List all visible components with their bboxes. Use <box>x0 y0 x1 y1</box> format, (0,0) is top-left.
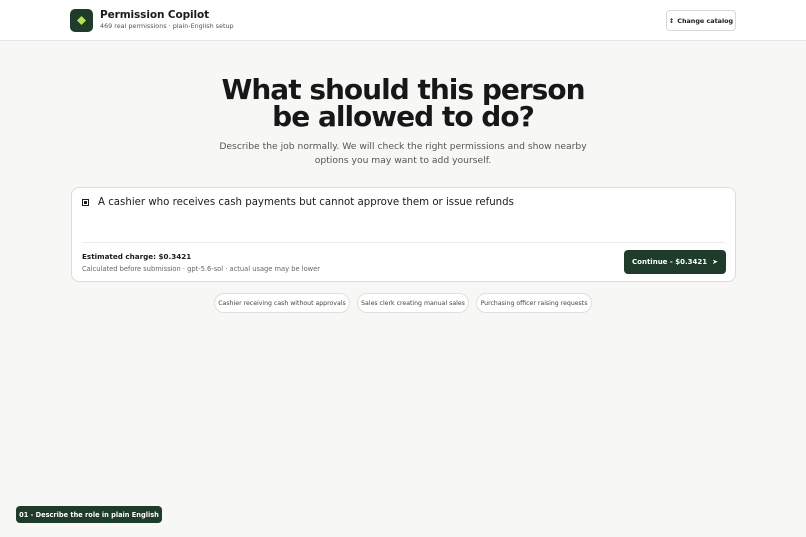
change-catalog-label: Change catalog <box>677 16 734 25</box>
step-indicator: 01 - Describe the role in plain English <box>16 506 162 523</box>
app-subtitle: 469 real permissions · plain-English set… <box>100 22 234 30</box>
app-title: Permission Copilot <box>100 9 210 21</box>
continue-button[interactable]: Continue - $0.3421 ➤ <box>624 250 726 274</box>
estimated-charge: Estimated charge: $0.3421 <box>82 252 192 261</box>
suggestion-chip[interactable]: Sales clerk creating manual sales <box>357 293 469 313</box>
role-description-input[interactable]: A cashier who receives cash payments but… <box>98 197 514 208</box>
charge-note: Calculated before submission · gpt-5.6-s… <box>82 265 320 273</box>
diamond-icon <box>77 16 86 25</box>
suggestion-chip[interactable]: Purchasing officer raising requests <box>476 293 592 313</box>
continue-label: Continue - $0.3421 <box>632 258 708 266</box>
change-catalog-button[interactable]: ↕ Change catalog <box>666 10 736 31</box>
app-logo <box>70 9 93 32</box>
divider <box>82 242 725 243</box>
app-header: Permission Copilot 469 real permissions … <box>0 0 806 41</box>
page-title: What should this person be allowed to do… <box>0 73 806 133</box>
page-title-line-1: What should this person <box>221 73 585 106</box>
square-icon <box>82 199 89 206</box>
page-description: Describe the job normally. We will check… <box>219 141 587 166</box>
suggestion-chip[interactable]: Cashier receiving cash without approvals <box>214 293 350 313</box>
role-composer-card: A cashier who receives cash payments but… <box>71 187 736 282</box>
page-title-line-2: be allowed to do? <box>272 100 535 133</box>
arrow-right-icon: ➤ <box>712 258 718 266</box>
swap-vertical-icon: ↕ <box>668 16 675 25</box>
